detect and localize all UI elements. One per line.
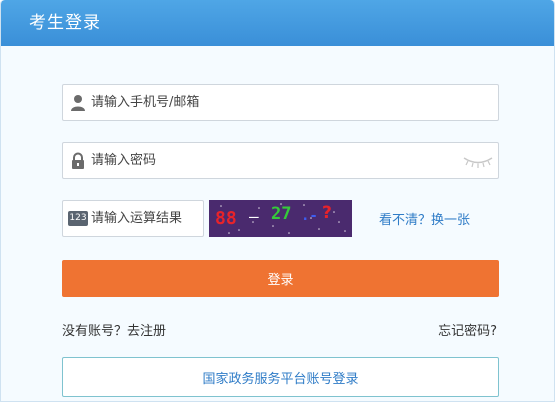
- captcha-dash: .-: [301, 208, 318, 224]
- captcha-num2: 27: [271, 204, 291, 224]
- phone-email-field[interactable]: [62, 84, 499, 121]
- register-link[interactable]: 没有账号？去注册: [62, 320, 166, 339]
- captcha-input[interactable]: [91, 201, 201, 236]
- lock-icon: [72, 152, 84, 169]
- gov-platform-login-button[interactable]: 国家政务服务平台账号登录: [62, 357, 499, 397]
- captcha-num1: 88: [215, 208, 237, 229]
- captcha-operator: —: [249, 207, 259, 226]
- login-panel: 考生登录 123: [0, 0, 555, 402]
- panel-header: 考生登录: [1, 0, 554, 46]
- captcha-image[interactable]: 88 — 27 .- ?: [209, 200, 352, 237]
- password-field[interactable]: [62, 142, 499, 179]
- phone-email-input[interactable]: [91, 85, 451, 120]
- user-icon: [71, 95, 85, 111]
- captcha-field[interactable]: 123: [62, 200, 204, 237]
- captcha-question: ?: [322, 203, 332, 223]
- eye-closed-icon[interactable]: [462, 153, 494, 169]
- captcha-badge-icon: 123: [68, 211, 88, 226]
- login-button[interactable]: 登录: [62, 260, 499, 297]
- password-input[interactable]: [91, 143, 451, 178]
- captcha-refresh-link[interactable]: 看不清？换一张: [379, 209, 470, 228]
- forgot-password-link[interactable]: 忘记密码?: [438, 320, 497, 339]
